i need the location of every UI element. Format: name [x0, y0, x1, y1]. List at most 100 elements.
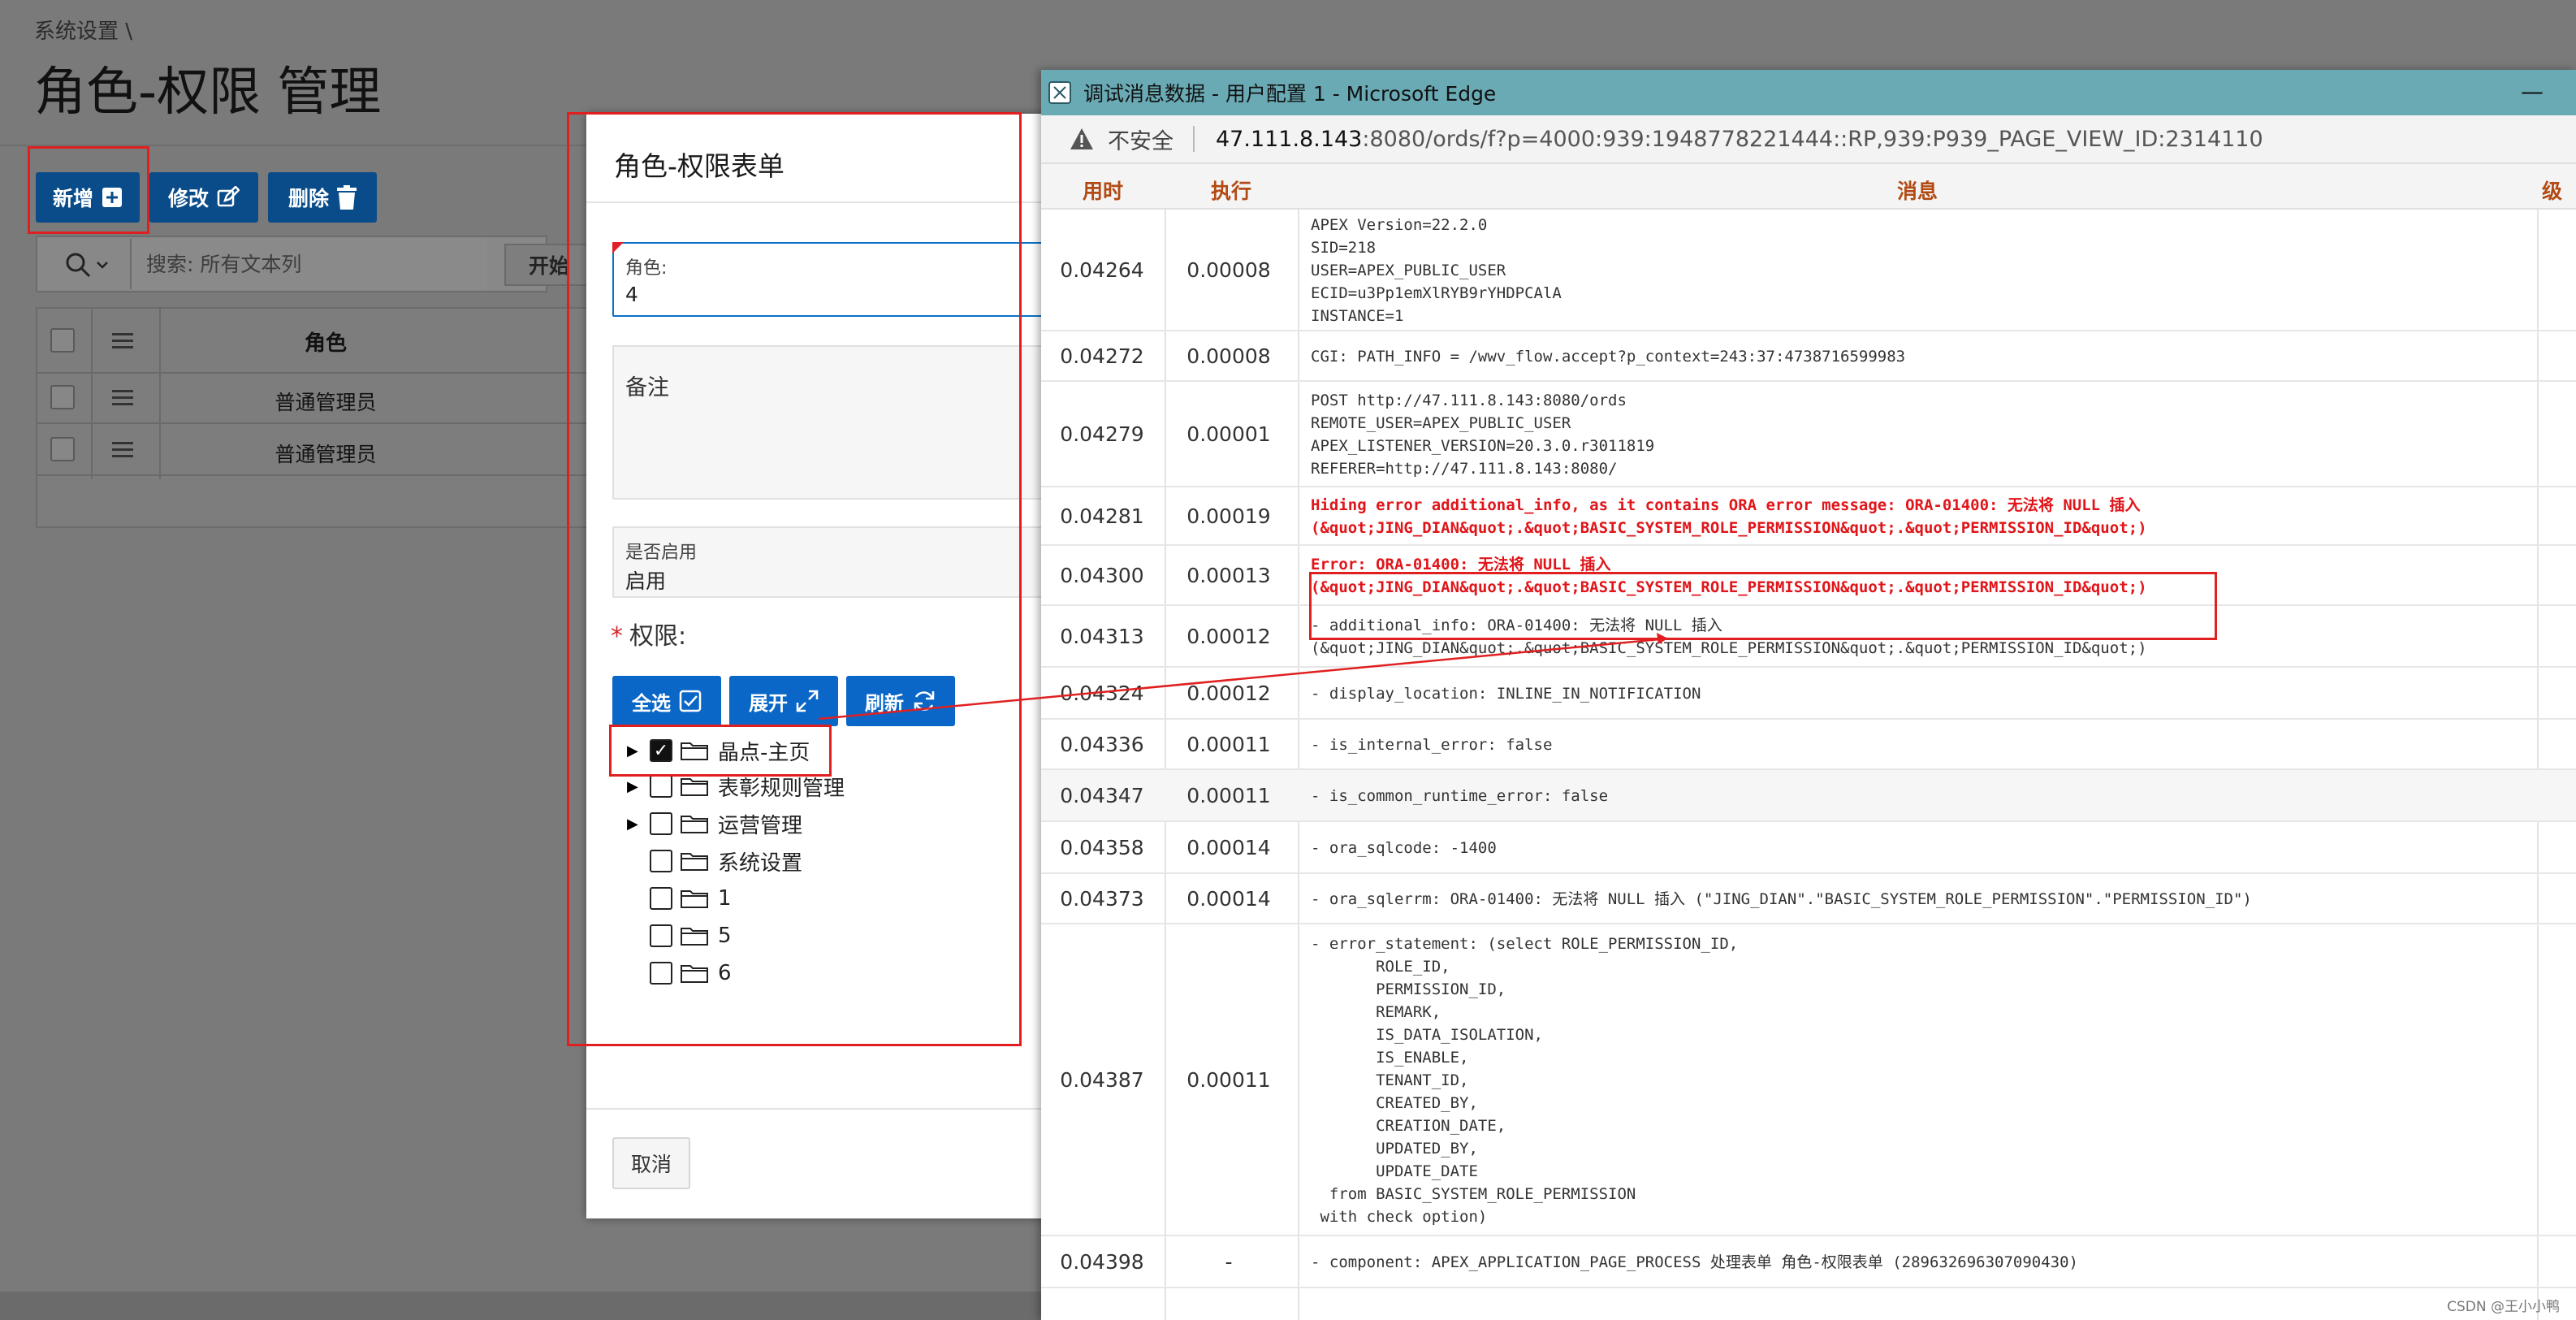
- tree-node[interactable]: 系统设置: [627, 845, 802, 877]
- tree-checkbox[interactable]: [650, 812, 672, 835]
- execution-time-cell: 0.00013: [1186, 564, 1271, 587]
- trash-icon: [337, 185, 357, 210]
- tree-checkbox[interactable]: [650, 887, 672, 910]
- minimize-button[interactable]: —: [2521, 78, 2544, 105]
- message-cell: Error: ORA-01400: 无法将 NULL 插入 (&quot;JIN…: [1311, 556, 2147, 596]
- search-column-selector[interactable]: [50, 245, 123, 284]
- role-field[interactable]: 角色: 4: [612, 242, 1067, 317]
- tree-node-label: 5: [718, 924, 732, 948]
- column-header-exec[interactable]: 执行: [1165, 175, 1298, 205]
- select-all-checkbox[interactable]: [50, 328, 75, 353]
- caret-right-icon[interactable]: ▶: [627, 816, 645, 833]
- table-row: 0.04373 0.00014 - ora_sqlerrm: ORA-01400: …: [1041, 874, 2576, 924]
- url-text[interactable]: 47.111.8.143:8080/ords/f?p=4000:939:1948…: [1216, 127, 2263, 152]
- select-all-button[interactable]: 全选: [612, 676, 721, 726]
- tree-node[interactable]: 6: [627, 957, 732, 989]
- execution-time-cell: 0.00001: [1186, 422, 1271, 446]
- tree-checkbox[interactable]: [650, 850, 672, 872]
- table-row: 0.04264 0.00008 APEX Version=22.2.0 SID=21…: [1041, 210, 2576, 331]
- execution-time-cell: 0.00008: [1186, 344, 1271, 368]
- refresh-button[interactable]: 刷新: [846, 676, 955, 726]
- message-cell: - display_location: INLINE_IN_NOTIFICATI…: [1311, 685, 1701, 703]
- grid-header: 角色: [37, 309, 586, 374]
- search-icon: [66, 253, 91, 278]
- row-menu-icon[interactable]: [112, 442, 133, 458]
- folder-icon: [681, 816, 708, 833]
- column-header-time[interactable]: 用时: [1041, 175, 1165, 205]
- column-header-level[interactable]: 级: [2542, 175, 2576, 205]
- tree-node-label: 1: [718, 886, 732, 911]
- tree-checkbox[interactable]: [650, 775, 672, 798]
- table-row[interactable]: 普通管理员: [37, 426, 586, 476]
- cancel-button[interactable]: 取消: [612, 1137, 690, 1189]
- role-permission-dialog: 角色-权限表单 角色: 4 备注 是否启用 启用 * 权限: 全选 展开 刷新 ▶…: [586, 114, 1067, 1218]
- edge-title-bar[interactable]: 调试消息数据 - 用户配置 1 - Microsoft Edge —: [1041, 70, 2576, 115]
- role-field-value: 4: [625, 283, 638, 306]
- execution-time-cell: 0.00014: [1186, 836, 1271, 859]
- search-go-button[interactable]: 开始: [504, 244, 594, 286]
- execution-time-cell: 0.00011: [1186, 1068, 1271, 1092]
- elapsed-time-cell: 0.04387: [1060, 1068, 1144, 1092]
- table-row: 0.04387 0.00011 - error_statement: (select…: [1041, 924, 2576, 1236]
- tree-node-label: 运营管理: [718, 813, 803, 838]
- message-cell: - ora_sqlcode: -1400: [1311, 839, 1497, 857]
- tree-node-label: 晶点-主页: [718, 740, 810, 765]
- address-bar[interactable]: 不安全 47.111.8.143:8080/ords/f?p=4000:939:…: [1041, 115, 2576, 164]
- edit-button[interactable]: 修改: [149, 172, 258, 223]
- page-title: 角色-权限 管理: [34, 63, 382, 123]
- elapsed-time-cell: 0.04398: [1060, 1250, 1144, 1274]
- column-header-role[interactable]: 角色: [159, 327, 492, 357]
- message-cell: Hiding error additional_info, as it cont…: [1311, 496, 2147, 537]
- tree-checkbox[interactable]: [650, 962, 672, 985]
- tree-node-label: 表彰规则管理: [718, 776, 845, 801]
- table-row[interactable]: 普通管理员: [37, 374, 586, 424]
- folder-icon: [681, 890, 708, 908]
- execution-time-cell: 0.00011: [1186, 733, 1271, 756]
- elapsed-time-cell: 0.04300: [1060, 564, 1144, 587]
- tree-node[interactable]: ▶ 运营管理: [627, 807, 802, 840]
- menu-icon[interactable]: [112, 333, 133, 349]
- edit-icon: [217, 186, 240, 207]
- row-checkbox[interactable]: [50, 437, 75, 461]
- execution-time-cell: 0.00014: [1186, 887, 1271, 911]
- breadcrumb[interactable]: 系统设置 \: [34, 15, 132, 45]
- add-button[interactable]: 新增: [36, 172, 140, 223]
- elapsed-time-cell: 0.04358: [1060, 836, 1144, 859]
- execution-time-cell: 0.00019: [1186, 504, 1271, 528]
- elapsed-time-cell: 0.04324: [1060, 682, 1144, 705]
- caret-right-icon[interactable]: ▶: [627, 742, 645, 760]
- tree-node[interactable]: ▶ 表彰规则管理: [627, 770, 845, 803]
- expand-button[interactable]: 展开: [729, 676, 838, 726]
- remark-field[interactable]: 备注: [612, 345, 1067, 500]
- warning-icon[interactable]: [1069, 127, 1095, 151]
- elapsed-time-cell: 0.04347: [1060, 784, 1144, 807]
- search-input[interactable]: [130, 239, 487, 289]
- tree-node[interactable]: 1: [627, 882, 732, 915]
- table-row: 0.04313 0.00012 - additional_info: ORA-014…: [1041, 606, 2576, 668]
- edit-button-label: 修改: [167, 187, 209, 210]
- permission-label: * 权限:: [611, 622, 687, 651]
- elapsed-time-cell: 0.04373: [1060, 887, 1144, 911]
- elapsed-time-cell: 0.04279: [1060, 422, 1144, 446]
- row-checkbox[interactable]: [50, 385, 75, 409]
- delete-button[interactable]: 删除: [268, 172, 377, 223]
- message-cell: POST http://47.111.8.143:8080/ords REMOT…: [1311, 392, 1655, 478]
- expand-icon: [796, 690, 819, 712]
- add-button-label: 新增: [52, 187, 93, 210]
- tree-node-label: 系统设置: [718, 850, 803, 876]
- tree-checkbox[interactable]: ✓: [650, 739, 672, 762]
- insecure-label: 不安全: [1108, 128, 1173, 154]
- tree-node[interactable]: ▶ ✓ 晶点-主页: [627, 734, 810, 767]
- enabled-field[interactable]: 是否启用 启用: [612, 526, 1067, 598]
- tree-node-label: 6: [718, 961, 732, 985]
- message-cell: CGI: PATH_INFO = /wwv_flow.accept?p_cont…: [1311, 348, 1906, 366]
- plus-square-icon: [102, 188, 122, 207]
- app-window-icon: [1048, 81, 1071, 104]
- tree-node[interactable]: 5: [627, 920, 732, 952]
- row-menu-icon[interactable]: [112, 390, 133, 406]
- tree-checkbox[interactable]: [650, 924, 672, 947]
- caret-right-icon[interactable]: ▶: [627, 778, 645, 795]
- column-header-message[interactable]: 消息: [1298, 175, 2537, 205]
- enabled-field-label: 是否启用: [625, 543, 698, 563]
- chevron-down-icon: [97, 262, 108, 269]
